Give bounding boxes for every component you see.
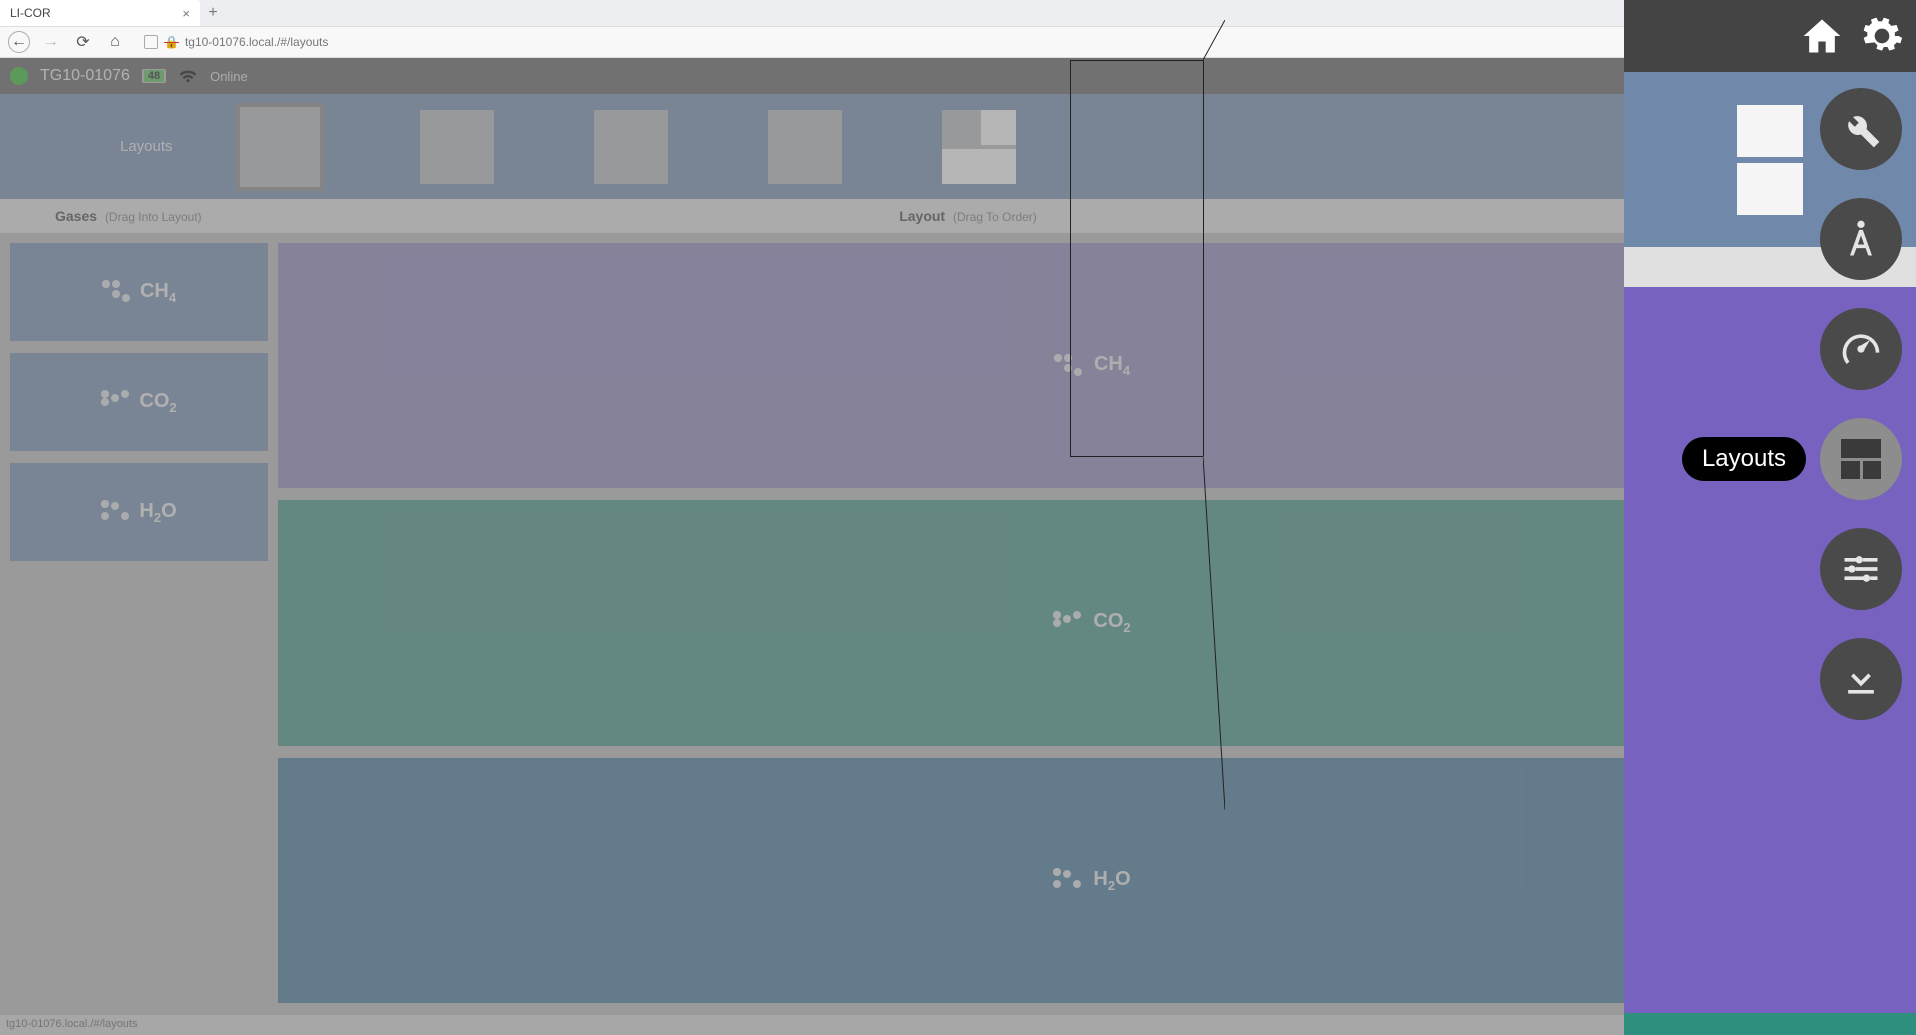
close-tab-icon[interactable]: ×	[182, 6, 190, 21]
forward-button[interactable]: →	[40, 31, 62, 53]
shield-icon	[144, 35, 158, 49]
zoom-callout-panel: Layouts	[1624, 0, 1916, 1035]
zoom-settings-button[interactable]	[1860, 14, 1904, 58]
device-name: TG10-01076	[40, 67, 130, 85]
layout-option-2over1[interactable]	[420, 110, 494, 184]
zoom-compass-button[interactable]	[1820, 198, 1902, 280]
connection-status: Online	[210, 69, 248, 84]
layout-hint: (Drag To Order)	[953, 210, 1037, 224]
molecule-icon	[1053, 611, 1081, 635]
gases-hint: (Drag Into Layout)	[105, 210, 202, 224]
layout-option-rows[interactable]	[240, 107, 320, 187]
status-url: tg10-01076.local./#/layouts	[6, 1018, 137, 1030]
gas-card-ch4[interactable]: CH4	[10, 243, 268, 341]
molecule-icon	[102, 280, 130, 304]
zoom-header	[1624, 0, 1916, 72]
zoom-tooltip-layouts: Layouts	[1682, 437, 1806, 481]
insecure-icon: 🔒	[164, 35, 179, 49]
layout-option-1over2[interactable]	[768, 110, 842, 184]
layout-label: Layout	[899, 208, 945, 224]
zoom-download-button[interactable]	[1820, 638, 1902, 720]
reload-button[interactable]: ⟳	[72, 31, 94, 53]
url-bar[interactable]: 🔒 tg10-01076.local./#/layouts	[136, 35, 1705, 49]
molecule-icon	[101, 390, 129, 414]
zoom-gauge-button[interactable]	[1820, 308, 1902, 390]
url-text: tg10-01076.local./#/layouts	[185, 35, 328, 49]
tab-title: LI-COR	[10, 6, 51, 20]
layouts-icon	[1841, 439, 1881, 479]
zoom-home-button[interactable]	[1800, 14, 1844, 58]
battery-indicator: 48	[142, 69, 166, 83]
zoom-sliders-button[interactable]	[1820, 528, 1902, 610]
home-button[interactable]: ⌂	[104, 31, 126, 53]
wifi-icon	[178, 64, 198, 89]
molecule-icon	[101, 500, 129, 524]
back-button[interactable]: ←	[8, 31, 30, 53]
zoom-tools-button[interactable]	[1820, 88, 1902, 170]
gases-sidebar: CH4 CO2 H2O	[0, 233, 278, 1013]
layout-option-single[interactable]	[594, 110, 668, 184]
molecule-icon	[1053, 868, 1081, 892]
zoom-side-toolbar: Layouts	[1820, 88, 1902, 720]
browser-tab[interactable]: LI-COR ×	[0, 0, 200, 26]
new-tab-button[interactable]: +	[200, 0, 226, 26]
zoom-layouts-button[interactable]: Layouts	[1820, 418, 1902, 500]
gas-card-co2[interactable]: CO2	[10, 353, 268, 451]
battery-level: 48	[144, 70, 164, 82]
zoom-layout-thumb[interactable]	[1737, 105, 1803, 215]
status-indicator-icon	[10, 67, 28, 85]
gas-card-h2o[interactable]: H2O	[10, 463, 268, 561]
layout-option-mixed[interactable]	[942, 110, 1016, 184]
layouts-label: Layouts	[120, 138, 173, 155]
gases-label: Gases	[55, 208, 97, 224]
molecule-icon	[1054, 354, 1082, 378]
